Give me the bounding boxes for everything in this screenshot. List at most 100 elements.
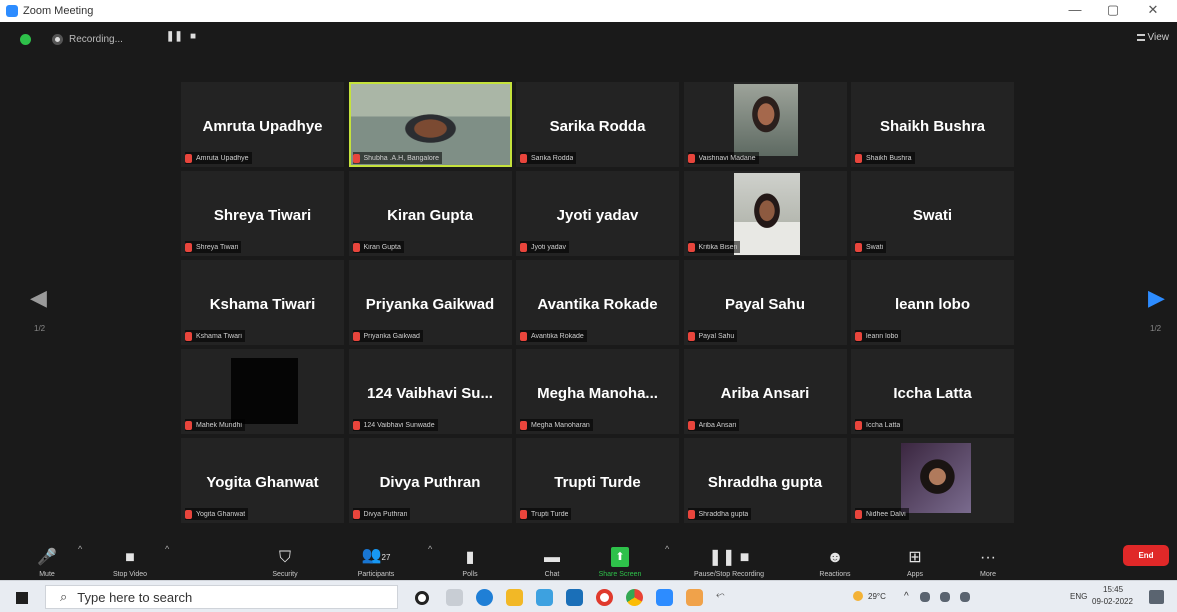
participant-name-label: Kshama Tiwari [185, 330, 245, 342]
cortana-circle-icon[interactable] [415, 591, 429, 605]
pause-recording-icon[interactable]: ❚❚ [166, 31, 183, 42]
participant-tile[interactable]: Shreya Tiwari Shreya Tiwari [181, 171, 344, 256]
apps-label: Apps [907, 571, 923, 578]
participant-name-label: Avantika Rokade [520, 330, 587, 342]
participant-tile[interactable]: Iccha Latta Iccha Latta [851, 349, 1014, 434]
clock-date[interactable]: 09-02-2022 [1092, 597, 1133, 606]
participant-tile[interactable]: Yogita Ghanwat Yogita Ghanwat [181, 438, 344, 523]
grid-view-icon [1136, 34, 1145, 41]
participant-tile[interactable]: Kritika Bisen [683, 171, 847, 256]
file-explorer-icon[interactable] [506, 589, 523, 606]
edge-browser-icon[interactable] [476, 589, 493, 606]
participant-tile[interactable]: Shraddha gupta Shraddha gupta [683, 438, 847, 523]
share-options-caret-icon[interactable]: ^ [665, 544, 669, 554]
clock-time[interactable]: 15:45 [1103, 585, 1123, 594]
chat-button[interactable]: ▬ Chat [537, 538, 567, 578]
battery-icon[interactable] [960, 592, 970, 602]
participant-name: Kritika Bisen [698, 243, 738, 251]
reactions-button[interactable]: ☻ Reactions [815, 538, 855, 578]
meeting-controls-toolbar: 🎤 Mute ^ ■ Stop Video ^ ⛉ Security 👥27 P… [0, 536, 1177, 580]
participant-tile[interactable]: Shubha .A.H, Bangalore [348, 82, 512, 167]
windows-start-icon[interactable] [16, 592, 28, 604]
participant-video [901, 443, 971, 513]
participant-name-label: Kritika Bisen [687, 241, 741, 253]
search-placeholder: Type here to search [77, 589, 193, 605]
participants-button[interactable]: 👥27 Participants [348, 538, 404, 578]
recording-label: Recording... [69, 34, 123, 45]
participant-tile[interactable]: Avantika Rokade Avantika Rokade [516, 260, 679, 345]
store-app-icon[interactable] [536, 589, 553, 606]
view-button[interactable]: View [1136, 32, 1170, 43]
participant-name: Ariba Ansari [698, 421, 737, 429]
mute-button[interactable]: 🎤 Mute [34, 538, 60, 578]
muted-microphone-icon [352, 242, 360, 252]
mail-app-icon[interactable] [566, 589, 583, 606]
participant-name-label: Yogita Ghanwat [185, 508, 249, 520]
chrome-browser-icon[interactable] [626, 589, 643, 606]
participant-tile[interactable]: Payal Sahu Payal Sahu [683, 260, 847, 345]
participant-display-name: Kiran Gupta [387, 207, 473, 224]
more-dots-icon: ··· [980, 549, 996, 566]
more-button[interactable]: ··· More [973, 538, 1003, 578]
taskbar-search-box[interactable]: ⌕ Type here to search [45, 585, 398, 609]
network-icon[interactable] [920, 592, 930, 602]
input-language[interactable]: ENG [1070, 592, 1087, 601]
participant-tile[interactable]: 124 Vaibhavi Su... 124 Vaibhavi Sunwade [348, 349, 512, 434]
participant-tile[interactable]: Ariba Ansari Ariba Ansari [683, 349, 847, 434]
participant-tile[interactable]: Sarika Rodda Sarika Rodda [516, 82, 679, 167]
stop-recording-icon[interactable]: ■ [190, 31, 196, 42]
opera-browser-icon[interactable] [596, 589, 613, 606]
participant-name: Avantika Rokade [531, 332, 584, 340]
next-page-icon[interactable]: ▶ [1148, 287, 1165, 309]
participant-tile[interactable]: Nidhee Dalvi [851, 438, 1014, 523]
participant-tile[interactable]: leann lobo leann lobo [851, 260, 1014, 345]
participants-caret-icon[interactable]: ^ [428, 544, 432, 554]
muted-microphone-icon [855, 331, 862, 341]
task-view-icon[interactable] [446, 589, 463, 606]
view-label: View [1147, 32, 1170, 43]
participant-tile[interactable]: Vaishnavi Madane [683, 82, 847, 167]
muted-microphone-icon [185, 242, 192, 252]
participant-tile[interactable]: Megha Manoha... Megha Manoharan [516, 349, 679, 434]
participant-name: Vaishnavi Madane [698, 154, 756, 162]
previous-page-icon[interactable]: ◀ [30, 287, 47, 309]
polls-button[interactable]: ▮ Polls [455, 538, 485, 578]
participant-name: Iccha Latta [866, 421, 901, 429]
pause-stop-recording-button[interactable]: ❚❚ ■ Pause/Stop Recording [686, 538, 772, 578]
participant-tile[interactable]: Swati Swati [851, 171, 1014, 256]
participant-tile[interactable]: Kiran Gupta Kiran Gupta [348, 171, 512, 256]
photos-app-icon[interactable] [686, 589, 703, 606]
participant-tile[interactable]: Shaikh Bushra Shaikh Bushra [851, 82, 1014, 167]
volume-icon[interactable] [940, 592, 950, 602]
meeting-info-shield-icon[interactable] [20, 34, 31, 45]
participant-tile[interactable]: Divya Puthran Divya Puthran [348, 438, 512, 523]
zoom-taskbar-icon[interactable] [656, 589, 673, 606]
weather-temperature[interactable]: 29°C [868, 592, 886, 601]
participant-tile[interactable]: Priyanka Gaikwad Priyanka Gaikwad [348, 260, 512, 345]
end-meeting-button[interactable]: End [1123, 545, 1169, 566]
share-screen-button[interactable]: ⬆ Share Screen [596, 538, 644, 578]
participant-tile[interactable]: Kshama Tiwari Kshama Tiwari [181, 260, 344, 345]
muted-microphone-icon [352, 331, 360, 341]
apps-button[interactable]: ⊞ Apps [900, 538, 930, 578]
maximize-button[interactable]: ▢ [1098, 2, 1128, 18]
participant-tile[interactable]: Amruta Upadhye Amruta Upadhye [181, 82, 344, 167]
pinned-app-icon[interactable]: ⬿ [716, 589, 733, 606]
participant-name-label: Priyanka Gaikwad [352, 330, 423, 342]
minimize-button[interactable]: — [1060, 2, 1090, 17]
muted-microphone-icon [855, 420, 862, 430]
close-button[interactable]: ✕ [1138, 2, 1168, 18]
stop-video-button[interactable]: ■ Stop Video [105, 538, 155, 578]
participant-tile[interactable]: Trupti Turde Trupti Turde [516, 438, 679, 523]
participant-tile[interactable]: Mahek Mundhi [181, 349, 344, 434]
participant-tile[interactable]: Jyoti yadav Jyoti yadav [516, 171, 679, 256]
audio-options-caret-icon[interactable]: ^ [78, 544, 82, 554]
video-options-caret-icon[interactable]: ^ [165, 544, 169, 554]
security-button[interactable]: ⛉ Security [262, 538, 308, 578]
tray-expand-icon[interactable]: ^ [904, 591, 909, 602]
video-camera-icon: ■ [125, 549, 135, 566]
participant-display-name: Payal Sahu [724, 296, 806, 313]
participant-name-label: Swati [855, 241, 887, 253]
share-screen-icon: ⬆ [611, 547, 629, 567]
notifications-icon[interactable] [1149, 590, 1164, 604]
